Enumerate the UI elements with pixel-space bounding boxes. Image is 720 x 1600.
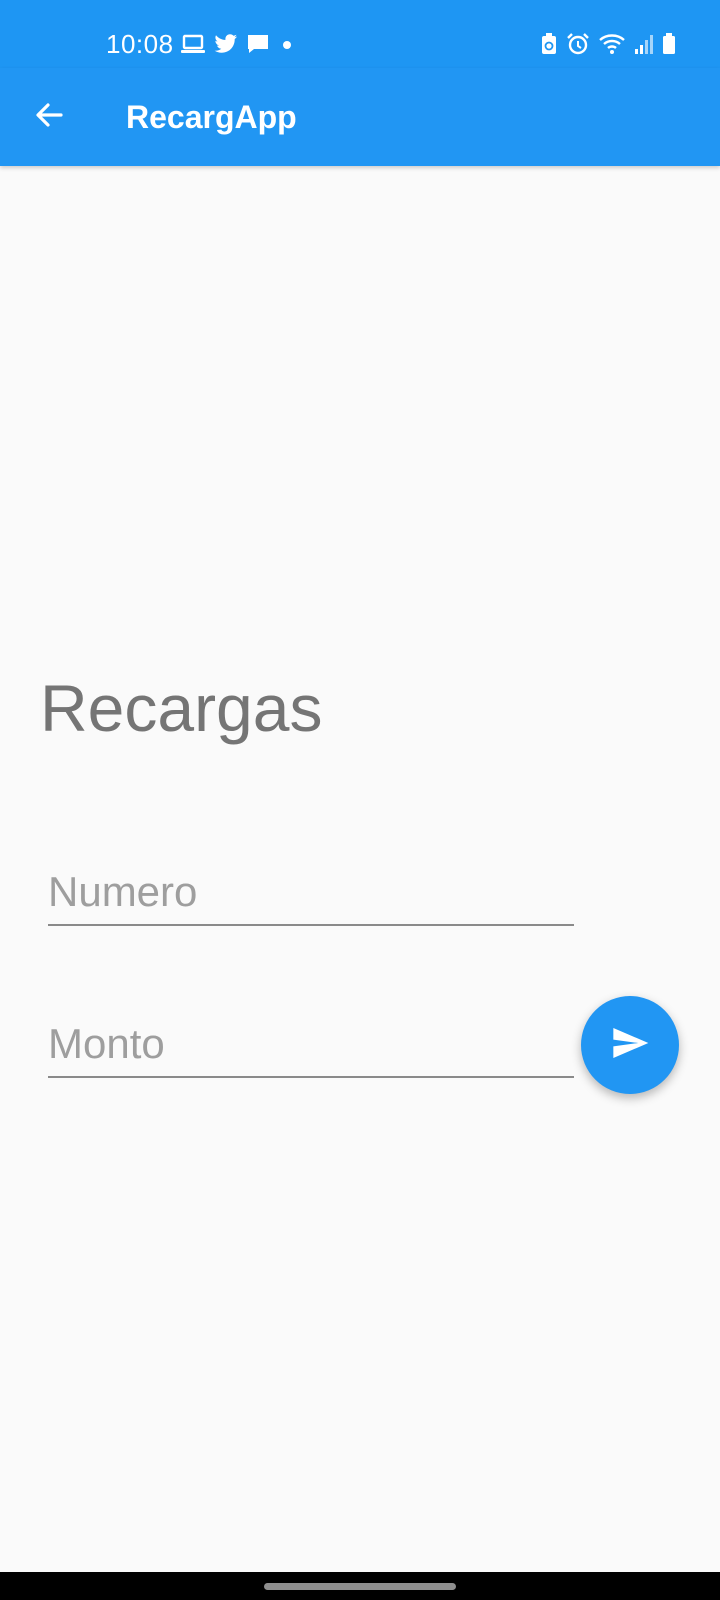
back-button[interactable]	[22, 90, 76, 144]
status-bar: 10:08	[0, 0, 720, 68]
send-button[interactable]	[581, 996, 679, 1094]
twitter-icon	[214, 33, 238, 55]
numero-field	[48, 864, 574, 926]
navigation-bar	[0, 1572, 720, 1600]
app-bar: RecargApp	[0, 68, 720, 166]
status-system-icons	[540, 30, 676, 58]
wifi-icon	[598, 32, 626, 56]
signal-icon	[634, 32, 654, 56]
send-icon	[610, 1023, 650, 1068]
message-icon	[246, 33, 270, 55]
page-title: Recargas	[40, 671, 323, 745]
battery-saver-icon	[540, 32, 558, 56]
monto-input[interactable]	[48, 1016, 574, 1072]
numero-input[interactable]	[48, 864, 574, 920]
laptop-icon	[180, 33, 206, 55]
dot-icon	[278, 33, 296, 55]
status-time: 10:08	[106, 29, 174, 59]
monto-field	[48, 1016, 574, 1078]
alarm-icon	[566, 32, 590, 56]
status-notification-icons	[180, 30, 296, 58]
home-indicator[interactable]	[264, 1583, 456, 1590]
battery-icon	[662, 32, 676, 56]
app-title: RecargApp	[126, 99, 297, 135]
arrow-back-icon	[33, 99, 65, 136]
